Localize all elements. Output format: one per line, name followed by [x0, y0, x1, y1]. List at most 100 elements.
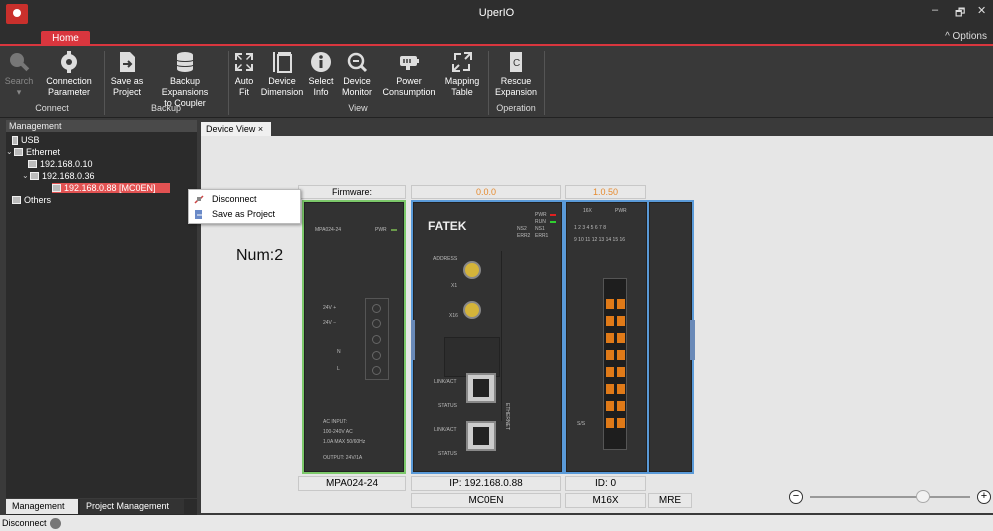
tab-home[interactable]: Home	[41, 31, 90, 46]
terminal-latch-icon	[617, 333, 625, 343]
terminal-latch-icon	[617, 299, 625, 309]
chevron-down-icon[interactable]: ⌄	[22, 171, 30, 181]
mapping-table-label2: Table	[451, 87, 473, 97]
device-monitor-label1: Device	[343, 76, 371, 86]
psu-n-text: N	[337, 349, 341, 355]
save-as-project-button[interactable]: Save as Project	[108, 50, 146, 98]
zoom-in-button[interactable]: +	[977, 490, 991, 504]
ribbon: Search ▾ Connection Parameter Connect Sa…	[0, 47, 993, 118]
tree-item-ethernet[interactable]: ⌄ Ethernet	[6, 147, 60, 157]
coupler-x1-text: X1	[451, 283, 458, 289]
zoom-out-button[interactable]: −	[789, 490, 803, 504]
search-button[interactable]: Search ▾	[4, 50, 34, 98]
usb-icon	[12, 135, 18, 145]
search-arrow: ▾	[16, 87, 22, 97]
coupler-module[interactable]: FATEK PWR RUN NS1 NS2 ERR1 ERR2 ADDRESS …	[411, 200, 564, 474]
menu-item-label: Disconnect	[212, 194, 257, 204]
group-operation: Operation	[496, 103, 536, 113]
options-button[interactable]: ^ Options	[945, 31, 987, 42]
ethernet-port-2[interactable]	[466, 421, 496, 451]
power-consumption-label2: Consumption	[382, 87, 436, 97]
chevron-down-icon[interactable]: ⌄	[6, 147, 14, 157]
terminal-latch-icon	[617, 401, 625, 411]
coupler-ns1-text: NS1	[535, 226, 545, 232]
firmware-label: Firmware:	[298, 185, 406, 199]
svg-text:C: C	[513, 58, 520, 69]
battery-icon	[400, 56, 419, 70]
menu-item-disconnect[interactable]: Disconnect	[189, 192, 300, 207]
context-menu: Disconnect Save as Project	[188, 189, 301, 224]
psu-ac-input-text: AC INPUT:	[323, 419, 348, 425]
ethernet-port-1[interactable]	[466, 373, 496, 403]
mre-module[interactable]	[647, 200, 694, 474]
group-separator	[544, 51, 545, 115]
gear-icon	[61, 51, 77, 73]
link-act-text-2: LINK/ACT	[434, 427, 457, 433]
tree-item-usb[interactable]: USB	[12, 135, 40, 145]
tree-item-ip-88-selected[interactable]: 192.168.0.88 [MC0EN]	[52, 183, 170, 193]
app-window: UperIO – 🗗 ✕ Home ^ Options Search ▾ Con…	[0, 0, 993, 531]
terminal-latch-icon	[617, 350, 625, 360]
backup-expansions-button[interactable]: Backup Expansions to Coupler	[146, 50, 224, 109]
menu-item-save-as-project[interactable]: Save as Project	[189, 207, 300, 222]
terminal-latch-icon	[606, 333, 614, 343]
auto-fit-button[interactable]: Auto Fit	[232, 50, 256, 98]
device-dimension-label2: Dimension	[260, 87, 304, 97]
tree-item-ip-10[interactable]: 192.168.0.10	[28, 159, 93, 169]
mapping-icon	[452, 52, 472, 72]
minimize-button[interactable]: –	[932, 4, 938, 16]
dimension-icon	[273, 52, 292, 73]
window-title: UperIO	[478, 7, 515, 19]
m16x-terminal-block	[603, 278, 627, 450]
search-label: Search	[4, 76, 34, 86]
terminal-latch-icon	[606, 350, 614, 360]
status-bar: Disconnect	[0, 515, 993, 531]
search-icon	[10, 53, 30, 72]
zoom-slider-track[interactable]	[810, 496, 970, 498]
terminal-icon	[372, 304, 381, 313]
save-project-icon	[120, 52, 135, 72]
close-button[interactable]: ✕	[977, 4, 986, 17]
tree-item-label: Others	[24, 195, 52, 205]
mre-name-label: MRE	[648, 493, 692, 508]
rescue-expansion-button[interactable]: C Rescue Expansion	[492, 50, 540, 98]
coupler-pwr-led	[550, 214, 556, 216]
rotary-switch-x1[interactable]	[463, 261, 481, 279]
save-as-project-label1: Save as	[110, 76, 144, 86]
zoom-slider-thumb[interactable]	[916, 490, 930, 503]
select-info-button[interactable]: Select Info	[308, 50, 334, 98]
tree-item-label: 192.168.0.88 [MC0EN]	[64, 183, 156, 193]
rotary-switch-x16[interactable]	[463, 301, 481, 319]
connection-parameter-label2: Parameter	[47, 87, 91, 97]
select-info-label1: Select	[308, 76, 334, 86]
menu-item-label: Save as Project	[212, 209, 276, 219]
connection-parameter-button[interactable]: Connection Parameter	[38, 50, 100, 98]
tree-item-others[interactable]: Others	[12, 195, 51, 205]
device-icon	[52, 184, 61, 192]
group-view: View	[348, 103, 368, 113]
network-icon	[28, 160, 37, 168]
tree-item-label: USB	[21, 135, 40, 145]
tab-management[interactable]: Management	[6, 499, 78, 514]
tree-item-ip-36[interactable]: ⌄ 192.168.0.36	[22, 171, 95, 181]
terminal-icon	[372, 335, 381, 344]
power-consumption-button[interactable]: Power Consumption	[380, 50, 438, 98]
device-monitor-button[interactable]: Device Monitor	[338, 50, 376, 98]
terminal-latch-icon	[606, 299, 614, 309]
mapping-table-button[interactable]: Mapping Table	[440, 50, 484, 98]
power-supply-module[interactable]: MPA024-24 PWR 24V + 24V − N L AC INPUT: …	[302, 200, 406, 474]
terminal-latch-icon	[606, 384, 614, 394]
backup-expansions-label1: Backup Expansions	[161, 76, 209, 97]
network-icon	[30, 172, 39, 180]
tab-device-view[interactable]: Device View ×	[201, 122, 271, 136]
coupler-ns2-text: NS2	[517, 226, 527, 232]
device-dimension-label1: Device	[268, 76, 296, 86]
restore-button[interactable]: 🗗	[955, 4, 965, 23]
monitor-search-icon	[347, 52, 368, 73]
m16x-module[interactable]: 16X PWR 1 2 3 4 5 6 7 8 9 10 11 12 13 14…	[564, 200, 649, 474]
tab-project-management[interactable]: Project Management	[80, 499, 184, 514]
expand-arrows-icon	[235, 53, 253, 71]
coupler-err2-text: ERR2	[517, 233, 531, 239]
psu-pwr-led	[391, 229, 397, 231]
device-dimension-button[interactable]: Device Dimension	[258, 50, 306, 98]
